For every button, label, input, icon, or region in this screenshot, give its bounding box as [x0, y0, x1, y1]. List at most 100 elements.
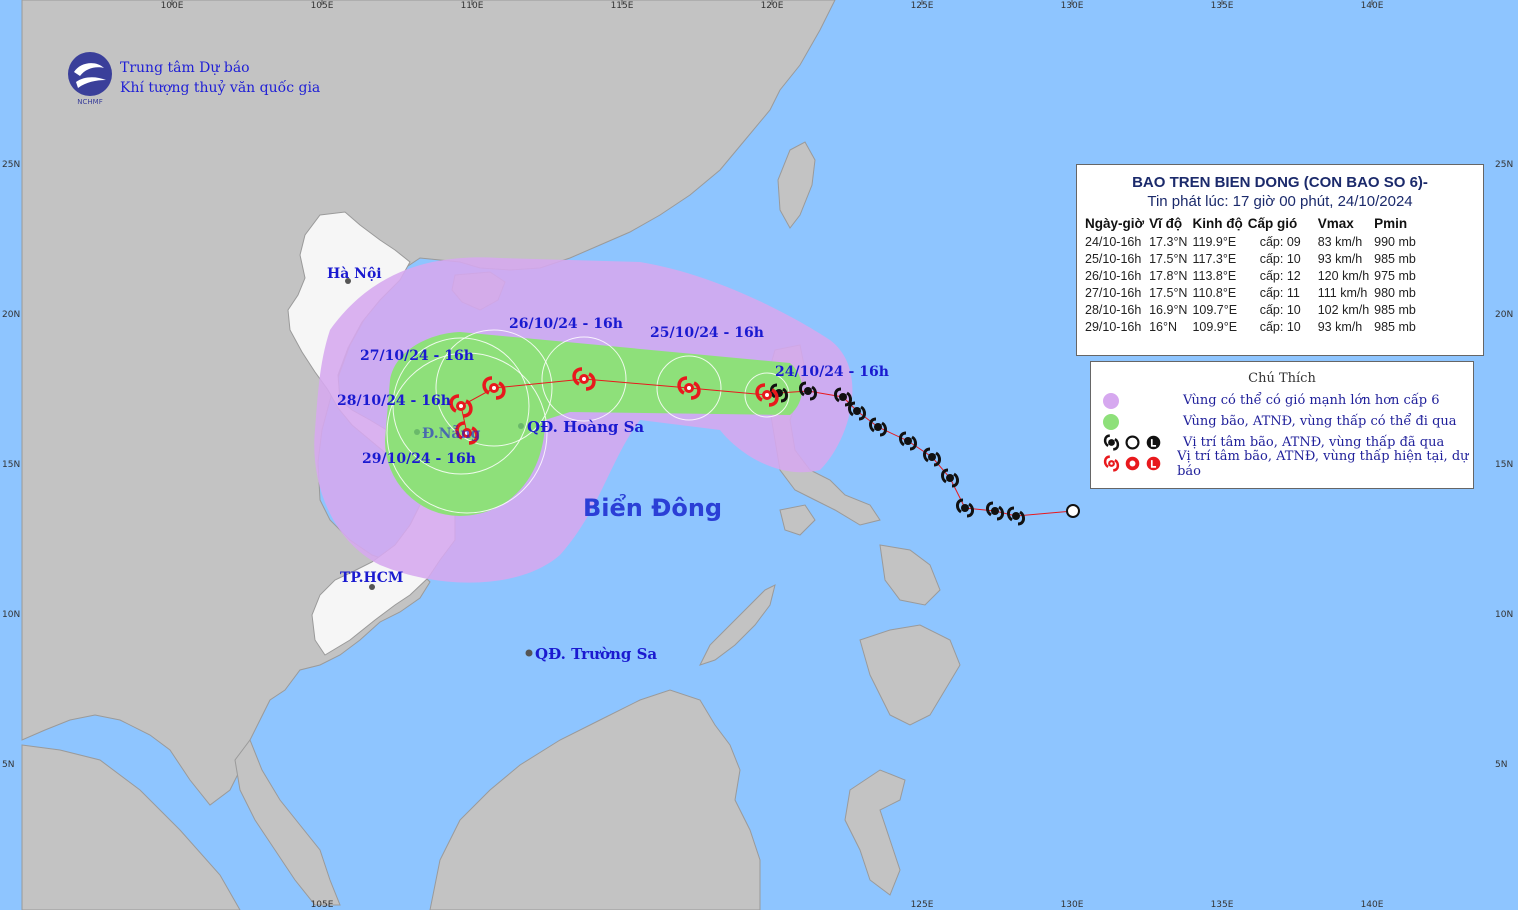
cell: 975 mb [1374, 268, 1416, 283]
lat-label: 5N [1495, 760, 1507, 770]
storm-title: BAO TREN BIEN DONG (CON BAO SO 6)- [1132, 174, 1428, 191]
cell: cấp: 11 [1259, 285, 1300, 300]
lon-label: 105E [311, 900, 334, 910]
storm-info-panel: BAO TREN BIEN DONG (CON BAO SO 6)- Tin p… [1076, 164, 1484, 356]
cell: 102 km/h [1317, 302, 1370, 317]
cell: cấp: 12 [1259, 268, 1301, 283]
lat-label: 10N [1495, 610, 1513, 620]
black-low-icon [1146, 435, 1161, 450]
col-lat: Vĩ độ [1149, 216, 1183, 231]
col-pmin: Pmin [1374, 216, 1408, 231]
cell: 17.8°N [1149, 268, 1188, 283]
col-datetime: Ngày-giờ [1085, 216, 1145, 231]
lon-label: 120E [761, 1, 784, 11]
cell: 985 mb [1374, 302, 1416, 317]
hoang-sa-marker [518, 423, 524, 429]
lat-label: 5N [2, 760, 14, 770]
cell: 119.9°E [1192, 234, 1237, 249]
table-row: 29/10-16h 16°N 109.9°E cấp: 10 93 km/h 9… [1085, 318, 1421, 335]
lat-label: 25N [2, 160, 20, 170]
lat-label: 20N [1495, 310, 1513, 320]
cell: 985 mb [1374, 319, 1416, 334]
cell: 980 mb [1374, 285, 1416, 300]
hcm-label: TP.HCM [340, 570, 403, 586]
lon-label: 105E [311, 1, 334, 11]
ha-noi-label: Hà Nội [327, 266, 382, 282]
forecast-label-28: 28/10/24 - 16h [337, 393, 451, 409]
red-low-icon [1146, 456, 1161, 471]
black-storm-icon [1103, 434, 1120, 451]
lon-label: 125E [911, 900, 934, 910]
forecast-label-26: 26/10/24 - 16h [509, 316, 623, 332]
cell: 83 km/h [1317, 234, 1363, 249]
red-depression-icon [1125, 456, 1140, 471]
legend-item-cone: Vùng bão, ATNĐ, vùng thấp có thể đi qua [1091, 411, 1473, 432]
cell: 17.5°N [1149, 285, 1188, 300]
black-depression-icon [1125, 435, 1140, 450]
nchmf-logo: NCHMF [68, 52, 112, 106]
table-row: 25/10-16h 17.5°N 117.3°E cấp: 10 93 km/h… [1085, 250, 1421, 267]
lat-label: 15N [1495, 460, 1513, 470]
cell: 27/10-16h [1085, 285, 1142, 300]
truong-sa-marker [525, 649, 533, 657]
lon-label: 130E [1061, 900, 1084, 910]
cell: 16°N [1149, 319, 1178, 334]
forecast-label-29: 29/10/24 - 16h [362, 451, 476, 467]
cell: 990 mb [1374, 234, 1416, 249]
col-wind-level: Cấp gió [1247, 216, 1298, 231]
table-header-row: Ngày-giờ Vĩ độ Kinh độ Cấp gió Vmax Pmin [1085, 214, 1421, 233]
lon-label: 140E [1361, 900, 1384, 910]
issue-time: Tin phát lúc: 17 giờ 00 phút, 24/10/2024 [1147, 193, 1413, 210]
cell: 120 km/h [1317, 268, 1370, 283]
cell: cấp: 09 [1259, 234, 1301, 249]
cell: 93 km/h [1317, 251, 1363, 266]
cell: 117.3°E [1192, 251, 1237, 266]
table-row: 24/10-16h 17.3°N 119.9°E cấp: 09 83 km/h… [1085, 233, 1421, 250]
legend-item-forecast: Vị trí tâm bão, ATNĐ, vùng thấp hiện tại… [1091, 449, 1473, 479]
lat-label: 20N [2, 310, 20, 320]
cell: 110.8°E [1192, 285, 1237, 300]
cell: 113.8°E [1192, 268, 1237, 283]
agency-brand: NCHMF Trung tâm Dự báo Khí tượng thuỷ vă… [66, 50, 320, 106]
agency-name-line1: Trung tâm Dự báo [120, 60, 250, 76]
hoang-sa-label: QĐ. Hoàng Sa [527, 418, 644, 436]
agency-name: Trung tâm Dự báo Khí tượng thuỷ văn quốc… [120, 58, 320, 98]
cell: cấp: 10 [1259, 251, 1301, 266]
forecast-label-27: 27/10/24 - 16h [360, 348, 474, 364]
cell: 109.9°E [1192, 319, 1238, 334]
cell: 111 km/h [1317, 285, 1368, 300]
legend-label: Vùng bão, ATNĐ, vùng thấp có thể đi qua [1183, 414, 1457, 429]
da-nang-label: Đ.Nẵng [422, 423, 481, 442]
forecast-table: Ngày-giờ Vĩ độ Kinh độ Cấp gió Vmax Pmin… [1085, 214, 1421, 335]
truong-sa-label: QĐ. Trường Sa [535, 645, 657, 663]
lon-label: 135E [1211, 900, 1234, 910]
cell: 28/10-16h [1085, 302, 1142, 317]
da-nang-marker [414, 429, 420, 435]
legend-label: Vị trí tâm bão, ATNĐ, vùng thấp hiện tại… [1177, 448, 1469, 479]
lat-label: 15N [2, 460, 20, 470]
lat-label: 10N [2, 610, 20, 620]
red-storm-icon [1103, 455, 1120, 472]
cell: 93 km/h [1317, 319, 1363, 334]
cell: 29/10-16h [1085, 319, 1142, 334]
cell: 109.7°E [1192, 302, 1238, 317]
lon-label: 130E [1061, 1, 1084, 11]
lon-label: 125E [911, 1, 934, 11]
forecast-label-25: 25/10/24 - 16h [650, 325, 764, 341]
cell: cấp: 10 [1259, 302, 1301, 317]
cell: 17.3°N [1149, 234, 1188, 249]
table-row: 26/10-16h 17.8°N 113.8°E cấp: 12 120 km/… [1085, 267, 1421, 284]
table-row: 28/10-16h 16.9°N 109.7°E cấp: 10 102 km/… [1085, 301, 1421, 318]
cell: 26/10-16h [1085, 268, 1142, 283]
lon-label: 115E [611, 1, 634, 11]
forecast-label-24: 24/10/24 - 16h [775, 364, 889, 380]
col-vmax: Vmax [1317, 216, 1354, 231]
lon-label: 140E [1361, 1, 1384, 11]
cell: 17.5°N [1149, 251, 1188, 266]
cell: 25/10-16h [1085, 251, 1142, 266]
legend-title: Chú Thích [1248, 371, 1316, 386]
col-lon: Kinh độ [1192, 216, 1243, 231]
legend-item-wind-zone: Vùng có thể có gió mạnh lớn hơn cấp 6 [1091, 390, 1473, 411]
cell: 985 mb [1374, 251, 1416, 266]
logo-text: NCHMF [77, 98, 102, 106]
